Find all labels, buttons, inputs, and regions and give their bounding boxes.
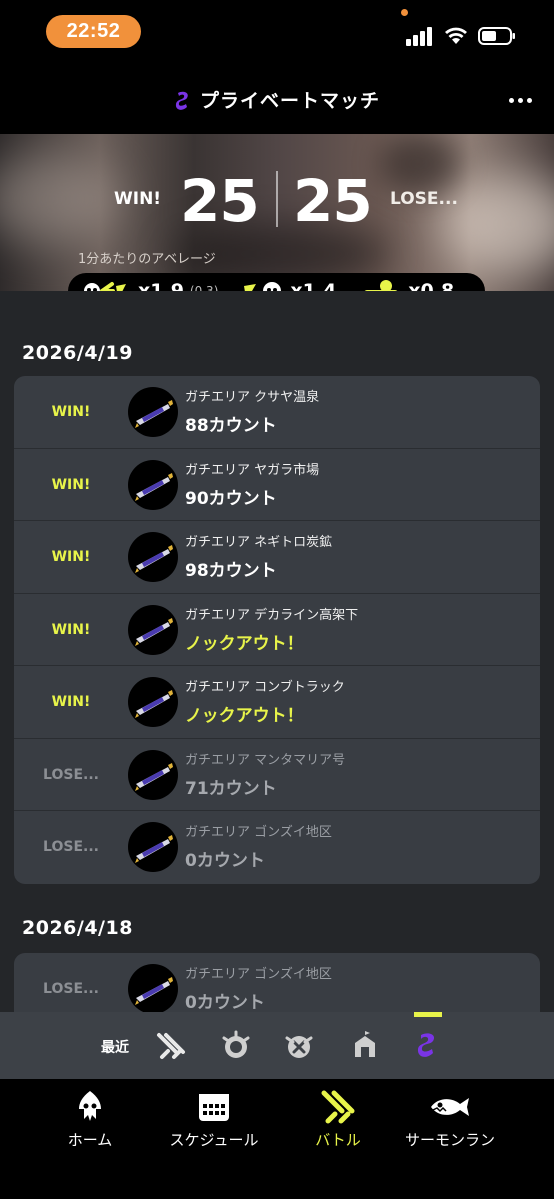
x-battle-icon[interactable] xyxy=(282,1029,316,1063)
match-result: WIN! xyxy=(51,404,91,420)
score-divider xyxy=(276,171,278,227)
match-result: LOSE... xyxy=(43,766,99,783)
match-list-card: LOSE... ガチエリア ゴンズイ地区 0カウント xyxy=(14,953,540,1012)
status-time: 22:52 xyxy=(46,15,141,48)
active-filter-indicator xyxy=(414,1012,442,1017)
weapon-icon xyxy=(128,822,178,872)
win-label: WIN! xyxy=(114,189,162,209)
match-stage: ガチエリア クサヤ温泉 xyxy=(185,390,320,405)
more-options-button[interactable] xyxy=(504,84,536,116)
tab-home[interactable]: ホーム xyxy=(20,1089,160,1150)
match-score: 0カウント xyxy=(185,993,265,1012)
date-heading: 2026/4/19 xyxy=(22,342,133,364)
bottom-tab-bar: ホーム スケジュール バトル サーモンラン xyxy=(0,1079,554,1199)
page-title: プライベートマッチ xyxy=(0,86,554,114)
match-row[interactable]: WIN! ガチエリア デカライン高架下ノックアウト！ xyxy=(14,594,540,666)
match-result: LOSE... xyxy=(43,839,99,855)
battle-icon xyxy=(321,1090,355,1124)
filter-recent-label[interactable]: 最近 xyxy=(101,1037,129,1057)
cellular-signal-icon xyxy=(406,26,434,46)
weapon-icon xyxy=(128,459,178,510)
match-row[interactable]: WIN! ガチエリア ヤガラ市場 90カウント xyxy=(14,449,540,521)
weapon-icon xyxy=(128,749,178,800)
calendar-icon xyxy=(199,1094,229,1121)
weapon-icon xyxy=(128,677,178,727)
match-result: WIN! xyxy=(51,549,91,565)
match-row[interactable]: WIN! ガチエリア コンブトラックノックアウト！ xyxy=(14,666,540,739)
event-battle-icon[interactable] xyxy=(348,1029,382,1063)
match-score: ノックアウト！ xyxy=(185,706,304,726)
match-score: 98カウント xyxy=(185,561,277,581)
weapon-icon xyxy=(128,604,178,655)
match-score: 71カウント xyxy=(185,778,277,799)
match-row[interactable]: LOSE... ガチエリア ゴンズイ地区 0カウント xyxy=(14,953,540,1012)
wifi-icon xyxy=(445,27,467,44)
anarchy-battle-icon[interactable] xyxy=(219,1029,253,1063)
match-score: 90カウント xyxy=(185,488,277,509)
date-heading: 2026/4/18 xyxy=(22,917,133,939)
lose-label: LOSE... xyxy=(390,189,458,209)
tab-schedule-label: スケジュール xyxy=(169,1131,259,1149)
tab-salmon-run-label: サーモンラン xyxy=(404,1131,495,1149)
match-score: ノックアウト！ xyxy=(185,633,304,654)
lose-count: 25 xyxy=(293,167,373,235)
match-row[interactable]: WIN! ガチエリア ネギトロ炭鉱 98カウント xyxy=(14,521,540,594)
battle-filter-bar: 最近 xyxy=(0,1012,554,1079)
match-result: WIN! xyxy=(51,694,91,710)
tab-home-label: ホーム xyxy=(67,1131,113,1149)
match-result: LOSE... xyxy=(43,981,99,997)
average-label: 1分あたりのアベレージ xyxy=(78,252,216,267)
match-stage: ガチエリア デカライン高架下 xyxy=(185,607,359,623)
match-stage: ガチエリア ゴンズイ地区 xyxy=(185,825,332,840)
match-stage: ガチエリア マンタマリア号 xyxy=(185,752,346,768)
match-row[interactable]: LOSE... ガチエリア ゴンズイ地区 0カウント xyxy=(14,811,540,884)
match-row[interactable]: LOSE... ガチエリア マンタマリア号 71カウント xyxy=(14,739,540,811)
match-history: 2026/4/19 WIN! ガチエリア クサヤ温泉 88カウント WIN! ガチエリア… xyxy=(0,291,554,1012)
match-stage: ガチエリア ネギトロ炭鉱 xyxy=(185,535,333,550)
match-result: WIN! xyxy=(51,476,91,493)
match-list-card: WIN! ガチエリア クサヤ温泉 88カウント WIN! ガチエリア ヤガラ市場 90カウ… xyxy=(14,376,540,884)
match-stage: ガチエリア ゴンズイ地区 xyxy=(185,967,332,982)
tab-salmon-run[interactable]: サーモンラン xyxy=(380,1089,520,1150)
battery-icon xyxy=(478,27,515,45)
privacy-indicator xyxy=(401,9,408,16)
nav-header: プライベートマッチ xyxy=(0,70,554,134)
win-count: 25 xyxy=(180,167,260,235)
match-result: WIN! xyxy=(51,621,91,638)
match-stage: ガチエリア ヤガラ市場 xyxy=(185,462,320,478)
page-title-text: プライベートマッチ xyxy=(199,90,380,112)
status-bar: 22:52 xyxy=(0,0,554,70)
weapon-icon xyxy=(128,387,178,437)
weapon-icon xyxy=(128,532,178,582)
match-stage: ガチエリア コンブトラック xyxy=(185,680,345,695)
salmon-icon xyxy=(431,1098,469,1116)
private-battle-icon[interactable] xyxy=(411,1029,445,1063)
squid-home-icon xyxy=(79,1091,101,1121)
match-score: 0カウント xyxy=(185,851,265,871)
regular-battle-icon[interactable] xyxy=(154,1029,188,1063)
tab-schedule[interactable]: スケジュール xyxy=(144,1089,284,1150)
private-battle-logo-icon xyxy=(175,91,188,110)
weapon-icon xyxy=(128,964,178,1012)
match-score: 88カウント xyxy=(185,416,277,436)
match-row[interactable]: WIN! ガチエリア クサヤ温泉 88カウント xyxy=(14,376,540,449)
summary-banner: WIN! 25 25 LOSE... 1分あたりのアベレージ xyxy=(0,134,554,291)
